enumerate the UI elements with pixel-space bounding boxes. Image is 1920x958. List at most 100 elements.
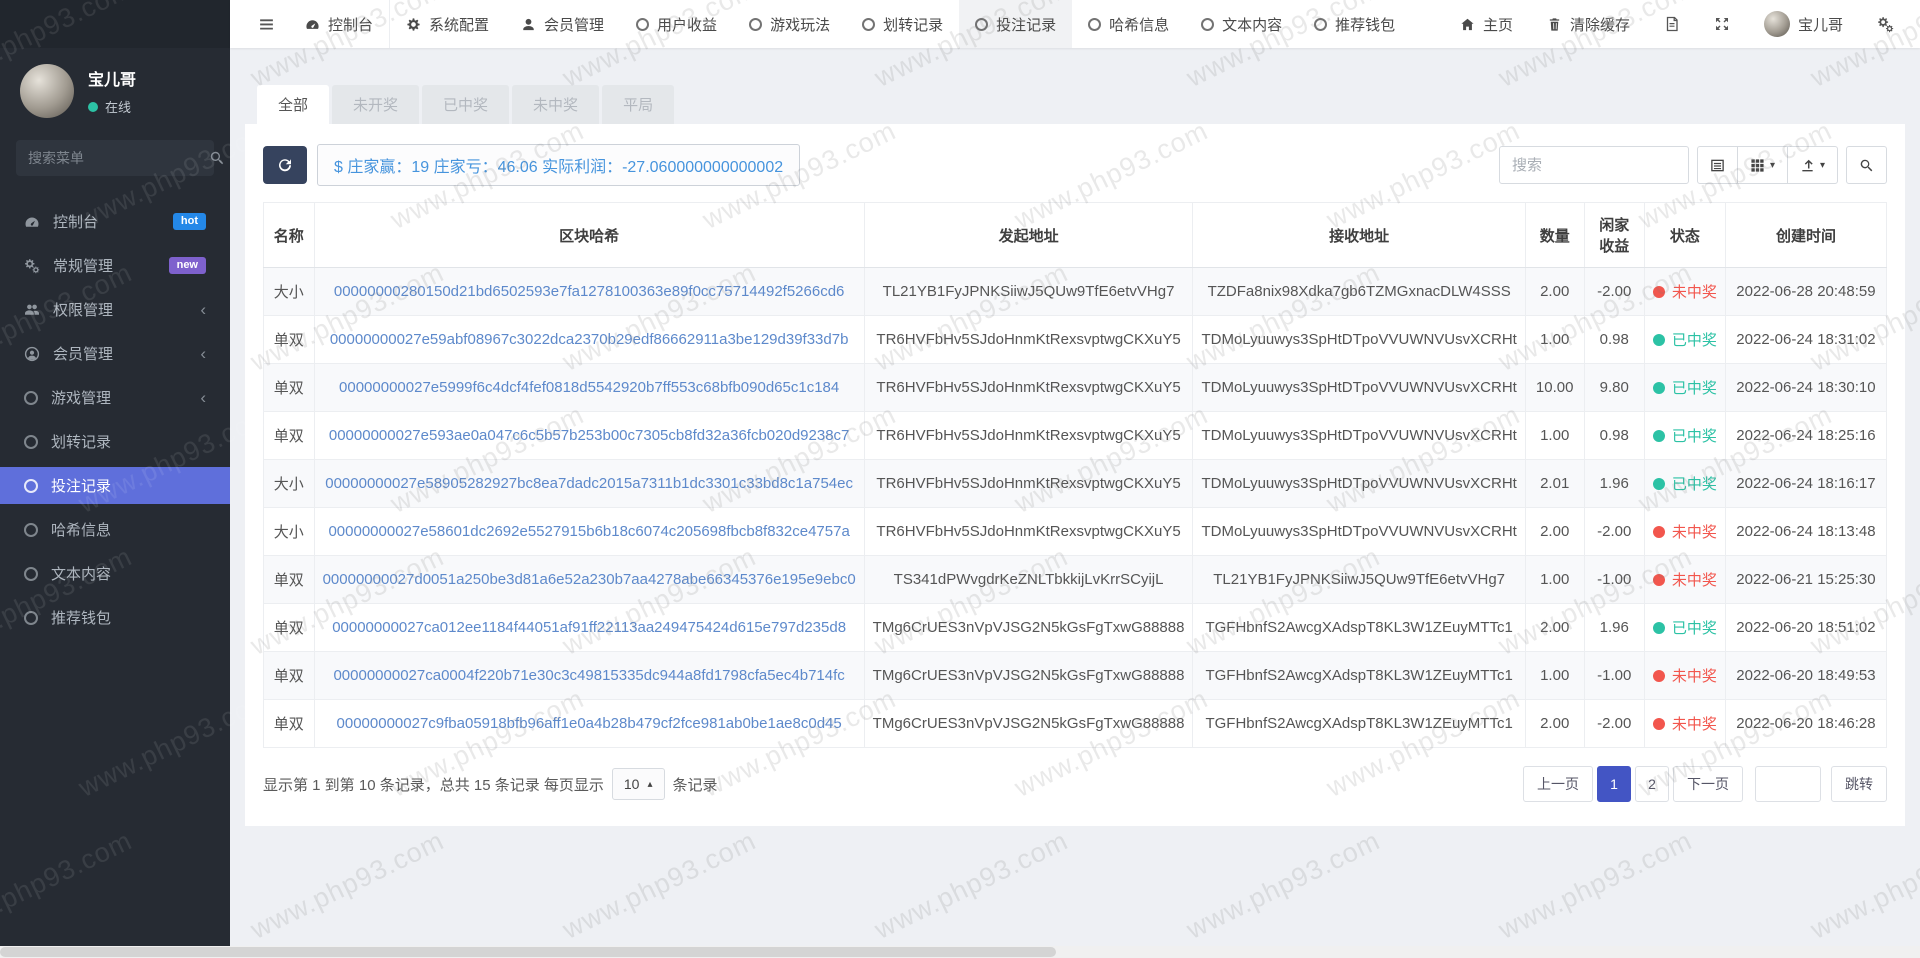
sidebar-item-transfer-records[interactable]: 划转记录 bbox=[0, 423, 230, 460]
hash-link[interactable]: 00000000027d0051a250be3d81a6e52a230b7aa4… bbox=[323, 571, 856, 588]
col-from-address[interactable]: 发起地址 bbox=[864, 203, 1193, 268]
col-name[interactable]: 名称 bbox=[264, 203, 315, 268]
col-block-hash[interactable]: 区块哈希 bbox=[314, 203, 864, 268]
toggle-view-button[interactable] bbox=[1697, 146, 1738, 184]
nav-item-console[interactable]: 控制台 bbox=[289, 0, 390, 48]
nav-item-members[interactable]: 会员管理 bbox=[505, 0, 620, 48]
tab-lost[interactable]: 未中奖 bbox=[512, 85, 599, 124]
hash-link[interactable]: 00000000027e593ae0a047c6c5b57b253b00c730… bbox=[329, 427, 850, 444]
circle-icon bbox=[1088, 18, 1101, 31]
sidebar-item-referral-wallet[interactable]: 推荐钱包 bbox=[0, 599, 230, 636]
bet-records-table: 名称 区块哈希 发起地址 接收地址 数量 闲家收益 状态 创建时间 大小 bbox=[263, 202, 1887, 748]
export-button[interactable]: ▾ bbox=[1787, 146, 1838, 184]
status-dot-icon bbox=[1653, 670, 1665, 682]
page-size-dropdown[interactable]: 10 ▴ bbox=[612, 768, 665, 800]
col-player-profit[interactable]: 闲家收益 bbox=[1584, 203, 1644, 268]
table-search-input[interactable] bbox=[1499, 146, 1689, 184]
fullscreen-icon[interactable] bbox=[1702, 0, 1742, 48]
nav-item-user-profit[interactable]: 用户收益 bbox=[620, 0, 733, 48]
hash-link[interactable]: 00000000027ca0004f220b71e30c3c49815335dc… bbox=[333, 667, 844, 684]
cell-to-address: TDMoLyuuwys3SpHtDTpoVVUWNVUsvXCRHt bbox=[1193, 508, 1525, 556]
home-button[interactable]: 主页 bbox=[1448, 14, 1525, 35]
col-created-time[interactable]: 创建时间 bbox=[1725, 203, 1886, 268]
col-status[interactable]: 状态 bbox=[1644, 203, 1725, 268]
clear-cache-button[interactable]: 清除缓存 bbox=[1535, 14, 1642, 35]
hash-link[interactable]: 00000000027e59abf08967c3022dca2370b29edf… bbox=[330, 331, 849, 348]
settings-cogs-icon[interactable] bbox=[1865, 0, 1906, 48]
nav-item-hash-info[interactable]: 哈希信息 bbox=[1072, 0, 1185, 48]
tab-draw[interactable]: 平局 bbox=[602, 85, 674, 124]
cell-status: 已中奖 bbox=[1644, 364, 1725, 412]
jump-page-input[interactable] bbox=[1755, 766, 1821, 802]
sidebar-item-permissions[interactable]: 权限管理 ‹ bbox=[0, 291, 230, 328]
scrollbar-thumb[interactable] bbox=[0, 947, 1056, 957]
cell-created-time: 2022-06-21 15:25:30 bbox=[1725, 556, 1886, 604]
hash-link[interactable]: 00000000027e58905282927bc8ea7dadc2015a73… bbox=[325, 475, 853, 492]
nav-item-label: 会员管理 bbox=[544, 14, 604, 35]
sidebar-item-console[interactable]: 控制台 hot bbox=[0, 203, 230, 240]
cell-hash: 00000000027e59abf08967c3022dca2370b29edf… bbox=[314, 316, 864, 364]
page-button-1[interactable]: 1 bbox=[1597, 766, 1631, 802]
cell-created-time: 2022-06-28 20:48:59 bbox=[1725, 268, 1886, 316]
cell-player-profit: -2.00 bbox=[1584, 268, 1644, 316]
hash-link[interactable]: 00000000027e58601dc2692e5527915b6b18c607… bbox=[328, 523, 849, 540]
user-menu[interactable]: 宝儿哥 bbox=[1752, 11, 1855, 37]
page-button-2[interactable]: 2 bbox=[1635, 766, 1669, 802]
sidebar-item-hash-info[interactable]: 哈希信息 bbox=[0, 511, 230, 548]
cell-amount: 2.00 bbox=[1525, 268, 1584, 316]
col-to-address[interactable]: 接收地址 bbox=[1193, 203, 1525, 268]
avatar[interactable] bbox=[20, 64, 74, 118]
status-dot-icon bbox=[1653, 526, 1665, 538]
cell-name: 大小 bbox=[264, 508, 315, 556]
sidebar-item-games[interactable]: 游戏管理 ‹ bbox=[0, 379, 230, 416]
sidebar-item-text-content[interactable]: 文本内容 bbox=[0, 555, 230, 592]
sidebar-item-bet-records[interactable]: 投注记录 bbox=[0, 467, 230, 504]
status-badge: 未中奖 bbox=[1672, 521, 1717, 542]
search-icon bbox=[1859, 158, 1874, 173]
tab-not-drawn[interactable]: 未开奖 bbox=[332, 85, 419, 124]
filter-tabs: 全部 未开奖 已中奖 未中奖 平局 bbox=[245, 85, 1905, 124]
cell-player-profit: 0.98 bbox=[1584, 412, 1644, 460]
hash-link[interactable]: 00000000027e5999f6c4dcf4fef0818d5542920b… bbox=[339, 379, 839, 396]
nav-item-game-play[interactable]: 游戏玩法 bbox=[733, 0, 846, 48]
hash-link[interactable]: 00000000280150d21bd6502593e7fa1278100363… bbox=[334, 283, 845, 300]
page-size-value: 10 bbox=[624, 776, 640, 792]
nav-item-system-config[interactable]: 系统配置 bbox=[390, 0, 505, 48]
user-circle-icon bbox=[24, 346, 40, 362]
cell-hash: 00000000027e593ae0a047c6c5b57b253b00c730… bbox=[314, 412, 864, 460]
trash-icon bbox=[1547, 17, 1562, 32]
nav-item-text-content[interactable]: 文本内容 bbox=[1185, 0, 1298, 48]
next-page-button[interactable]: 下一页 bbox=[1673, 766, 1743, 802]
col-amount[interactable]: 数量 bbox=[1525, 203, 1584, 268]
search-button[interactable] bbox=[1846, 146, 1887, 184]
nav-item-bet-records[interactable]: 投注记录 bbox=[959, 0, 1072, 48]
sidebar-search-input[interactable] bbox=[28, 150, 209, 166]
sidebar-header bbox=[0, 0, 230, 48]
jump-button[interactable]: 跳转 bbox=[1831, 766, 1887, 802]
cell-created-time: 2022-06-24 18:31:02 bbox=[1725, 316, 1886, 364]
cell-amount: 2.00 bbox=[1525, 604, 1584, 652]
docs-icon[interactable] bbox=[1652, 0, 1692, 48]
prev-page-button[interactable]: 上一页 bbox=[1523, 766, 1593, 802]
sidebar-item-general[interactable]: 常规管理 new bbox=[0, 247, 230, 284]
table-header-row: 名称 区块哈希 发起地址 接收地址 数量 闲家收益 状态 创建时间 bbox=[264, 203, 1887, 268]
nav-item-transfer-records[interactable]: 划转记录 bbox=[846, 0, 959, 48]
tab-all[interactable]: 全部 bbox=[257, 85, 329, 124]
cell-status: 已中奖 bbox=[1644, 412, 1725, 460]
nav-item-referral-wallet[interactable]: 推荐钱包 bbox=[1298, 0, 1411, 48]
online-dot-icon bbox=[88, 102, 98, 112]
hash-link[interactable]: 00000000027c9fba05918bfb96aff1e0a4b28b47… bbox=[337, 715, 842, 732]
table-row: 单双 00000000027ca012ee1184f44051af91ff221… bbox=[264, 604, 1887, 652]
sidebar-item-members[interactable]: 会员管理 ‹ bbox=[0, 335, 230, 372]
columns-button[interactable]: ▾ bbox=[1737, 146, 1788, 184]
circle-icon bbox=[975, 18, 988, 31]
hamburger-menu-icon[interactable] bbox=[244, 0, 289, 48]
hash-link[interactable]: 00000000027ca012ee1184f44051af91ff22113a… bbox=[332, 619, 846, 636]
refresh-button[interactable] bbox=[263, 146, 307, 184]
status-dot-icon bbox=[1653, 382, 1665, 394]
horizontal-scrollbar[interactable] bbox=[0, 946, 1920, 958]
circle-icon bbox=[24, 435, 38, 449]
cell-hash: 00000000027e58601dc2692e5527915b6b18c607… bbox=[314, 508, 864, 556]
cell-status: 未中奖 bbox=[1644, 556, 1725, 604]
tab-won[interactable]: 已中奖 bbox=[422, 85, 509, 124]
